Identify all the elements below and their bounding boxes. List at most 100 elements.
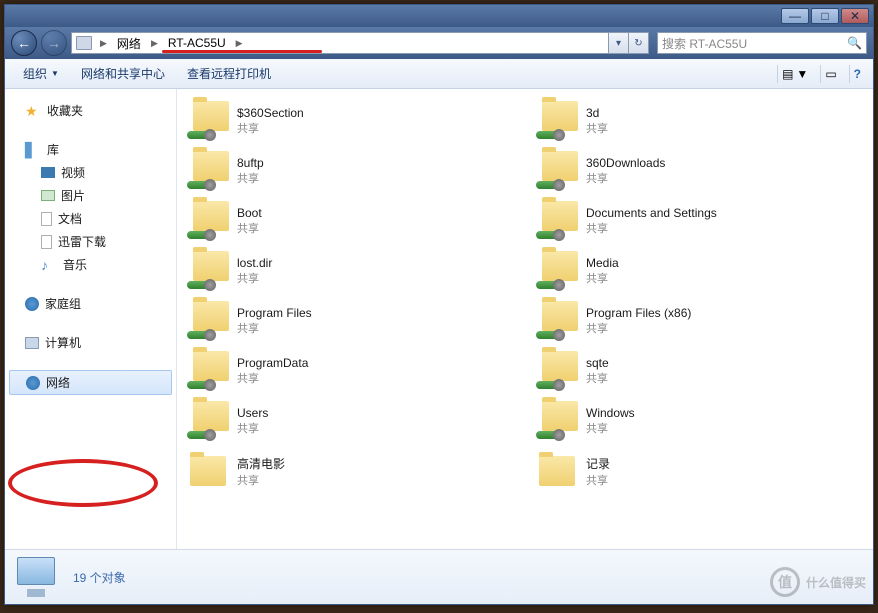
search-icon: 🔍 [847,36,862,50]
help-button[interactable]: ? [849,65,865,83]
sidebar: ★收藏夹 ▋库 视频 图片 文档 迅雷下载 ♪音乐 家庭组 计算机 网络 [5,89,177,549]
folder-subtitle: 共享 [237,270,272,286]
content-pane[interactable]: $360Section共享3d共享8uftp共享360Downloads共享Bo… [177,89,873,549]
shared-folder-icon [536,151,578,191]
search-placeholder: 搜索 RT-AC55U [662,35,747,52]
preview-pane-button[interactable]: ▭ [820,65,840,83]
shared-folder-icon [536,201,578,241]
back-button[interactable]: ← [11,30,37,56]
folder-item[interactable]: Program Files (x86)共享 [530,297,869,345]
folder-name: 3d [586,106,608,120]
shared-folder-icon [187,151,229,191]
address-wrap: ▶ 网络 ▶ RT-AC55U ▶ ▾ ↻ [71,32,649,54]
download-icon [41,235,52,249]
folder-item[interactable]: Media共享 [530,247,869,295]
sidebar-xunlei[interactable]: 迅雷下载 [5,230,176,253]
sidebar-libraries[interactable]: ▋库 [5,138,176,161]
address-bar[interactable]: ▶ 网络 ▶ RT-AC55U ▶ [71,32,609,54]
folder-subtitle: 共享 [237,170,264,186]
chevron-right-icon: ▶ [147,36,162,51]
shared-folder-icon [536,451,578,491]
sidebar-video[interactable]: 视频 [5,161,176,184]
folder-name: Boot [237,206,262,220]
computer-icon [25,337,39,349]
folder-subtitle: 共享 [237,120,304,136]
folder-item[interactable]: Windows共享 [530,397,869,445]
folder-subtitle: 共享 [586,320,691,336]
body: ★收藏夹 ▋库 视频 图片 文档 迅雷下载 ♪音乐 家庭组 计算机 网络 $36… [5,89,873,549]
close-button[interactable]: ✕ [841,8,869,24]
item-count: 19 个对象 [73,569,126,586]
folder-item[interactable]: 360Downloads共享 [530,147,869,195]
refresh-button[interactable]: ↻ [629,32,649,54]
folder-name: 8uftp [237,156,264,170]
document-icon [41,212,52,226]
shared-folder-icon [187,201,229,241]
folder-subtitle: 共享 [586,170,665,186]
folder-subtitle: 共享 [586,472,610,488]
sidebar-favorites[interactable]: ★收藏夹 [5,99,176,122]
titlebar: — □ ✕ [5,5,873,27]
computer-icon [76,36,92,50]
star-icon: ★ [25,103,41,119]
minimize-button[interactable]: — [781,8,809,24]
shared-folder-icon [187,101,229,141]
folder-subtitle: 共享 [237,220,262,236]
details-pane: 19 个对象 [5,549,873,604]
folder-item[interactable]: sqte共享 [530,347,869,395]
folder-name: Users [237,406,268,420]
folder-subtitle: 共享 [237,370,308,386]
remote-printers-button[interactable]: 查看远程打印机 [177,61,281,86]
folder-name: 360Downloads [586,156,665,170]
forward-button[interactable]: → [41,30,67,56]
folder-item[interactable]: lost.dir共享 [181,247,520,295]
chevron-right-icon: ▶ [232,36,247,51]
folder-item[interactable]: 记录共享 [530,447,869,495]
folder-subtitle: 共享 [586,270,619,286]
folder-item[interactable]: $360Section共享 [181,97,520,145]
folder-subtitle: 共享 [586,420,635,436]
shared-folder-icon [187,401,229,441]
video-icon [41,167,55,178]
shared-folder-icon [187,251,229,291]
folder-item[interactable]: ProgramData共享 [181,347,520,395]
folder-item[interactable]: 高清电影共享 [181,447,520,495]
sidebar-pictures[interactable]: 图片 [5,184,176,207]
search-input[interactable]: 搜索 RT-AC55U 🔍 [657,32,867,54]
folder-subtitle: 共享 [586,370,609,386]
folder-item[interactable]: Program Files共享 [181,297,520,345]
folder-name: Documents and Settings [586,206,717,220]
folder-item[interactable]: Documents and Settings共享 [530,197,869,245]
sidebar-music[interactable]: ♪音乐 [5,253,176,276]
sidebar-homegroup[interactable]: 家庭组 [5,292,176,315]
shared-folder-icon [536,351,578,391]
folder-name: Media [586,256,619,270]
sidebar-documents[interactable]: 文档 [5,207,176,230]
library-icon: ▋ [25,142,41,158]
folder-item[interactable]: 8uftp共享 [181,147,520,195]
view-mode-button[interactable]: ▤▼ [777,65,812,83]
crumb-network[interactable]: 网络 [113,33,145,54]
sidebar-network[interactable]: 网络 [9,370,172,395]
sidebar-computer[interactable]: 计算机 [5,331,176,354]
folder-subtitle: 共享 [586,220,717,236]
folder-grid: $360Section共享3d共享8uftp共享360Downloads共享Bo… [181,97,869,495]
picture-icon [41,190,55,201]
annotation-underline [162,50,322,53]
address-controls: ▾ ↻ [609,32,649,54]
shared-folder-icon [187,451,229,491]
shared-folder-icon [536,251,578,291]
maximize-button[interactable]: □ [811,8,839,24]
folder-item[interactable]: 3d共享 [530,97,869,145]
network-center-button[interactable]: 网络和共享中心 [71,61,175,86]
organize-button[interactable]: 组织▼ [13,61,69,86]
network-icon [26,376,40,390]
folder-item[interactable]: Boot共享 [181,197,520,245]
folder-name: 高清电影 [237,455,285,472]
folder-item[interactable]: Users共享 [181,397,520,445]
folder-name: Program Files [237,306,312,320]
homegroup-icon [25,297,39,311]
folder-name: $360Section [237,106,304,120]
address-dropdown-button[interactable]: ▾ [609,32,629,54]
shared-folder-icon [536,401,578,441]
